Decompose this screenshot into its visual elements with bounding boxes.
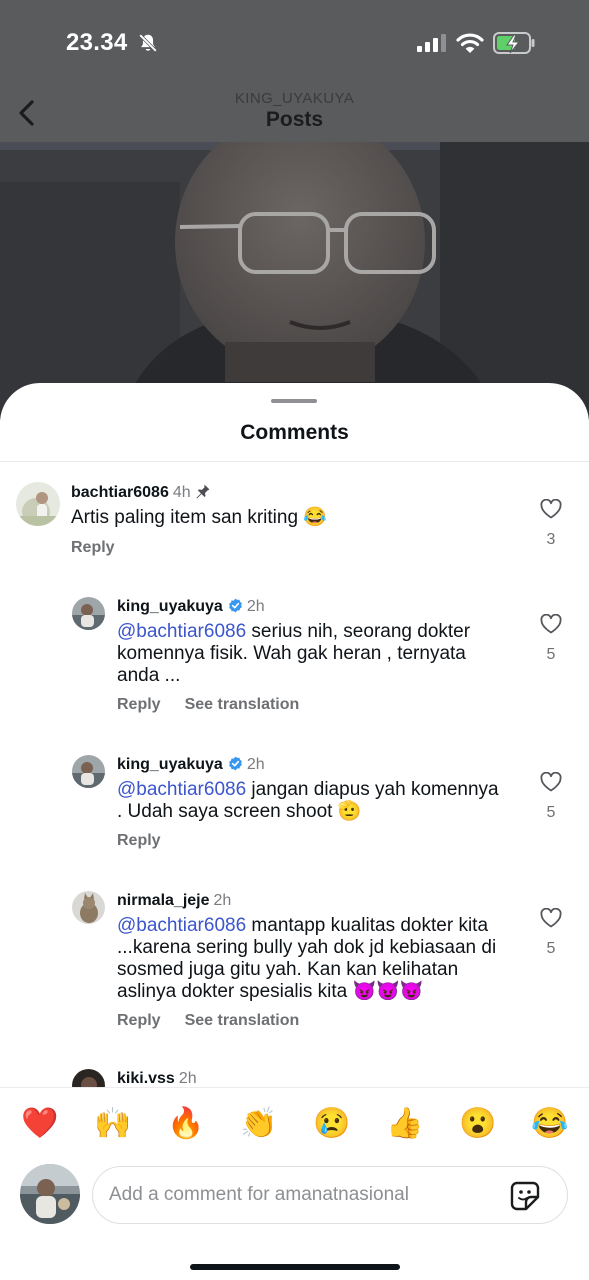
heart-outline-icon[interactable] [540, 614, 562, 634]
comment-item: bachtiar6086 4h Artis paling item san kri… [0, 480, 589, 570]
comment-time: 2h [178, 1070, 197, 1087]
like-count: 3 [546, 531, 556, 548]
home-indicator[interactable] [190, 1264, 400, 1270]
post-owner-username: KING_UYAKUYA [234, 90, 355, 107]
thumbs-up-emoji-button[interactable]: 👍 [386, 1106, 423, 1142]
verified-badge-icon [228, 756, 242, 771]
comment-username[interactable]: king_uyakuya [117, 756, 223, 773]
sheet-title: Comments [240, 421, 349, 444]
heart-emoji-button[interactable]: ❤️ [21, 1106, 58, 1142]
avatar[interactable] [72, 755, 105, 788]
comment-composer: ❤️ 🙌 🔥 👏 😢 👍 😮 😂 [0, 1087, 589, 1280]
divider [0, 461, 589, 462]
fire-emoji-button[interactable]: 🔥 [167, 1106, 204, 1142]
see-translation-button[interactable]: See translation [185, 1012, 300, 1029]
comment-input-container[interactable] [92, 1166, 568, 1224]
mention-link[interactable]: @bachtiar6086 [117, 779, 246, 800]
comment-reply-item: king_uyakuya 2h @bachtiar6086 jangan diap… [0, 753, 589, 853]
heart-outline-icon[interactable] [540, 908, 562, 928]
like-count: 5 [546, 804, 556, 821]
status-bar: 23.34 [0, 0, 589, 88]
avatar[interactable] [72, 891, 105, 924]
avatar-image [72, 755, 105, 788]
post-photo-illustration [0, 142, 589, 420]
mention-link[interactable]: @bachtiar6086 [117, 915, 246, 936]
avatar-image [20, 1164, 80, 1224]
comment-username[interactable]: king_uyakuya [117, 598, 223, 615]
clapping-emoji-button[interactable]: 👏 [240, 1106, 277, 1142]
reply-button[interactable]: Reply [117, 696, 161, 713]
comment-input[interactable] [109, 1167, 499, 1223]
comment-text: @bachtiar6086 jangan diapus yah komennya… [117, 779, 502, 823]
comment-username[interactable]: kiki.vss [117, 1070, 175, 1087]
reply-button[interactable]: Reply [117, 832, 161, 849]
avatar[interactable] [16, 482, 60, 526]
heart-outline-icon[interactable] [540, 499, 562, 519]
wifi-icon [456, 33, 484, 53]
crying-emoji-button[interactable]: 😢 [313, 1106, 350, 1142]
quick-reactions: ❤️ 🙌 🔥 👏 😢 👍 😮 😂 [0, 1106, 589, 1146]
surprised-emoji-button[interactable]: 😮 [459, 1106, 496, 1142]
avatar-image [16, 482, 60, 526]
posts-nav-bar: KING_UYAKUYA Posts [0, 88, 589, 142]
reply-button[interactable]: Reply [117, 1012, 161, 1029]
heart-outline-icon[interactable] [540, 772, 562, 792]
comment-text: @bachtiar6086 mantapp kualitas dokter ki… [117, 915, 509, 1003]
avatar-image [72, 891, 105, 924]
like-count: 5 [546, 940, 556, 957]
comment-username[interactable]: nirmala_jeje [117, 892, 210, 909]
comment-time: 2h [246, 756, 265, 773]
verified-badge-icon [228, 598, 242, 613]
bell-slash-icon [139, 34, 157, 52]
cellular-signal-icon [417, 34, 446, 52]
sheet-grabber[interactable] [271, 399, 317, 403]
comment-text: @bachtiar6086 serius nih, seorang dokter… [117, 621, 502, 687]
status-time: 23.34 [66, 29, 128, 56]
comment-time: 4h [172, 484, 191, 501]
see-translation-button[interactable]: See translation [185, 696, 300, 713]
mention-link[interactable]: @bachtiar6086 [117, 621, 246, 642]
comment-username[interactable]: bachtiar6086 [71, 484, 169, 501]
raising-hands-emoji-button[interactable]: 🙌 [94, 1106, 131, 1142]
dimmed-post-background: 23.34 KING_UYAKUYA Posts [0, 0, 589, 420]
laughing-emoji-button[interactable]: 😂 [531, 1106, 568, 1142]
pin-icon [196, 484, 210, 499]
page-title: Posts [265, 108, 324, 131]
comment-body: Artis paling item san kriting 😂 [71, 507, 327, 528]
comment-reply-item: king_uyakuya 2h @bachtiar6086 serius nih,… [0, 595, 589, 725]
my-avatar [20, 1164, 80, 1224]
battery-charging-icon [493, 32, 535, 54]
post-image [0, 142, 589, 420]
comment-text: Artis paling item san kriting 😂 [71, 507, 521, 529]
avatar-image [72, 597, 105, 630]
comment-reply-item: nirmala_jeje 2h @bachtiar6086 mantapp kua… [0, 889, 589, 1039]
like-count: 5 [546, 646, 556, 663]
avatar[interactable] [72, 597, 105, 630]
reply-button[interactable]: Reply [71, 539, 115, 556]
sticker-icon[interactable] [509, 1180, 541, 1212]
comment-time: 2h [213, 892, 232, 909]
comment-time: 2h [246, 598, 265, 615]
